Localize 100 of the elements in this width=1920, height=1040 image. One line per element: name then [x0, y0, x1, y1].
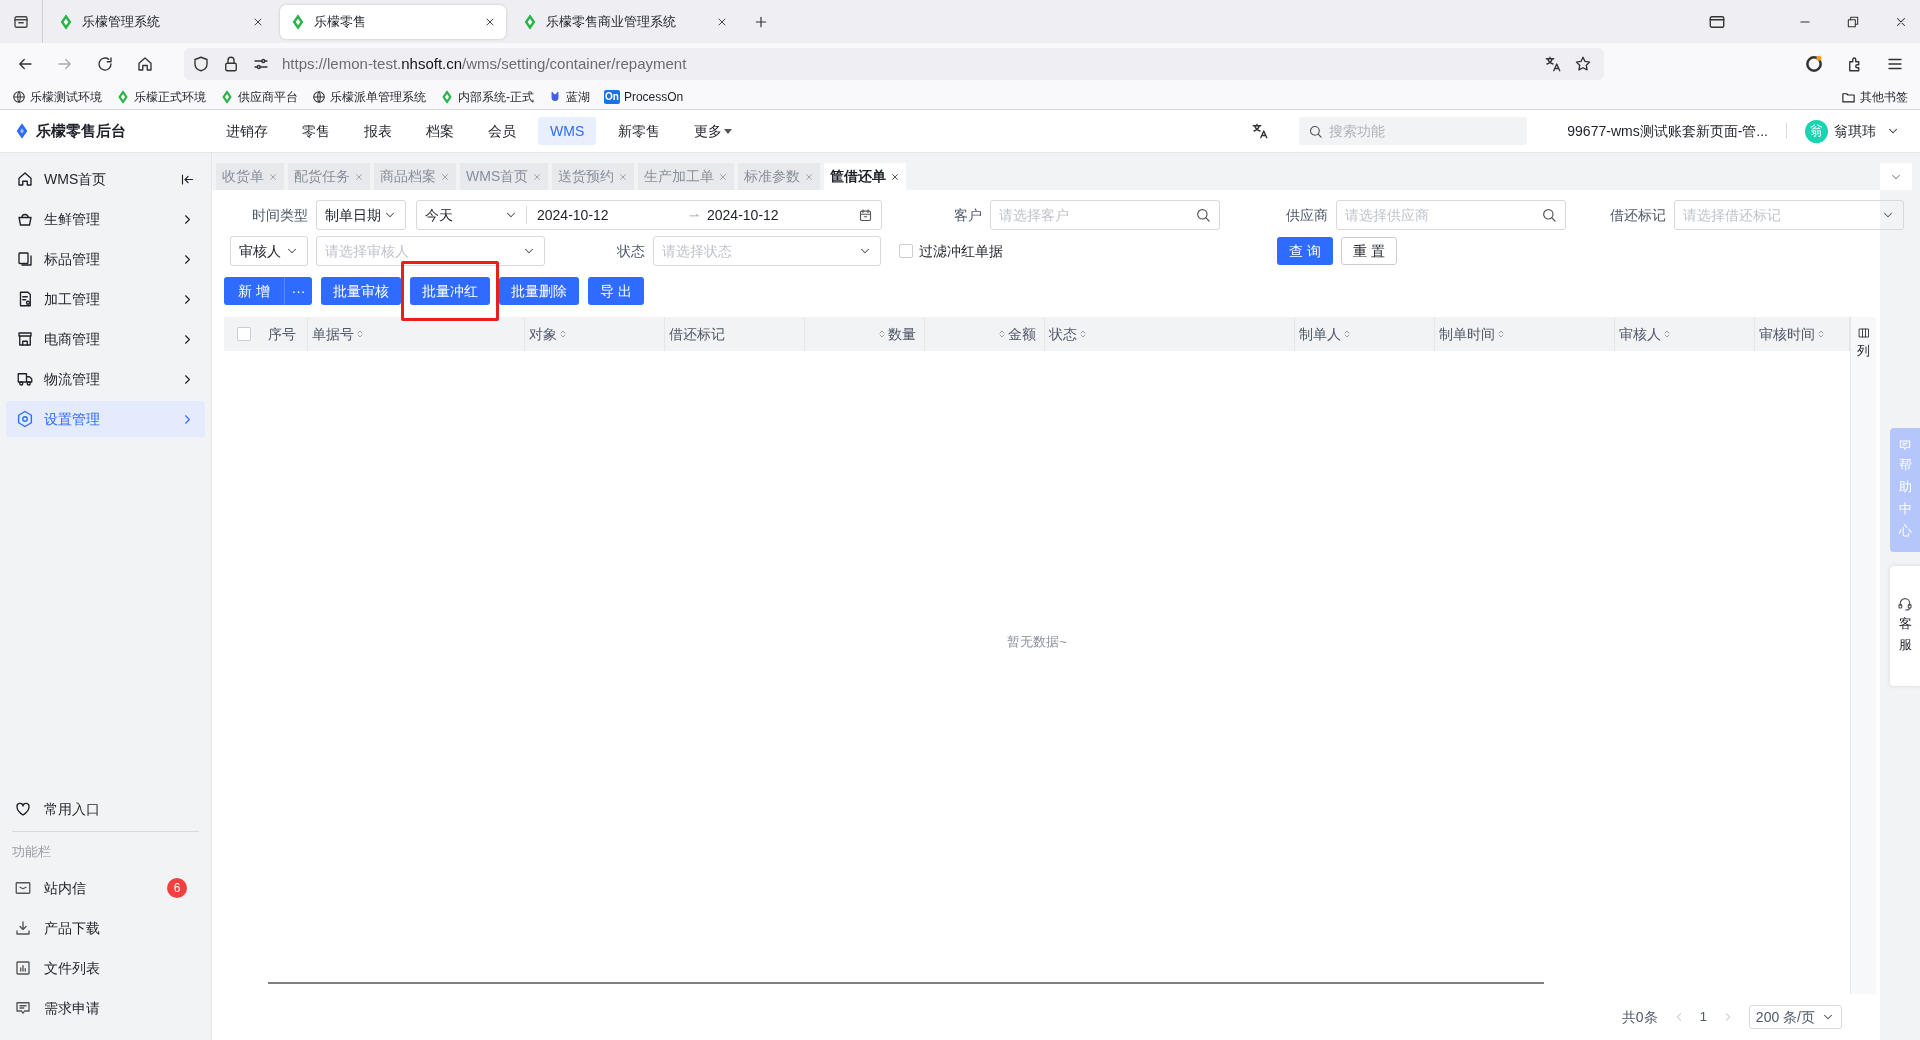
query-button[interactable]: 查 询: [1277, 237, 1333, 265]
time-type-select[interactable]: 制单日期: [316, 200, 406, 230]
sidebar-item[interactable]: 加工管理: [6, 281, 205, 317]
tool-item[interactable]: 需求申请: [0, 988, 211, 1028]
column-header[interactable]: 制单时间: [1435, 317, 1615, 351]
page-number[interactable]: 1: [1699, 1007, 1707, 1027]
page-size-select[interactable]: 200 条/页: [1748, 1005, 1842, 1029]
nav-item[interactable]: 新零售: [606, 117, 673, 145]
select-field[interactable]: 请选择状态: [653, 236, 881, 266]
person-type-select[interactable]: 审核人: [230, 236, 308, 266]
sidebar-item[interactable]: 电商管理: [6, 321, 205, 357]
date-range-picker[interactable]: 今天 2024-10-12 2024-10-12: [416, 200, 882, 230]
column-header[interactable]: 状态: [1045, 317, 1295, 351]
star-icon[interactable]: [1574, 55, 1592, 73]
logo-icon: [14, 122, 30, 140]
bookmark[interactable]: 乐檬正式环境: [116, 88, 206, 106]
reload-icon[interactable]: [96, 55, 114, 73]
tab-list-icon[interactable]: [12, 13, 30, 31]
mascot-icon: [548, 90, 562, 104]
lemon-icon: [522, 13, 538, 30]
action-button[interactable]: 导 出: [588, 277, 644, 305]
column-header[interactable]: 金额: [925, 317, 1045, 351]
horizontal-scrollbar[interactable]: [268, 982, 1544, 984]
sidebar-item[interactable]: 生鲜管理: [6, 201, 205, 237]
nav-item[interactable]: 报表: [352, 117, 404, 145]
restore-icon[interactable]: [1846, 15, 1860, 29]
bookmark[interactable]: 乐檬测试环境: [12, 88, 102, 106]
sidebar-item[interactable]: 物流管理: [6, 361, 205, 397]
nav-item[interactable]: 档案: [414, 117, 466, 145]
tab-title: 乐檬零售: [314, 12, 367, 31]
select-field[interactable]: 请选择审核人: [316, 236, 545, 266]
translate-icon[interactable]: [1544, 55, 1562, 73]
more-button[interactable]: ···: [284, 277, 312, 305]
calendar-icon: [858, 207, 873, 223]
chat-icon: [14, 999, 32, 1017]
split-button[interactable]: 新 增 ···: [224, 277, 312, 305]
settings-icon: [16, 410, 34, 428]
sidebar-item[interactable]: WMS首页: [6, 161, 205, 197]
checkbox[interactable]: [899, 244, 913, 258]
search-field[interactable]: 请选择客户: [990, 200, 1220, 230]
sidebar-item[interactable]: 设置管理: [6, 401, 205, 437]
tab-overview-icon[interactable]: [1708, 13, 1726, 31]
search-icon: [1308, 124, 1324, 139]
nav-item[interactable]: 会员: [476, 117, 528, 145]
bookmark-folder[interactable]: 其他书签: [1841, 88, 1908, 106]
nav-item[interactable]: 更多: [682, 117, 745, 145]
close-icon[interactable]: [1894, 15, 1908, 29]
account-icon[interactable]: [1804, 54, 1824, 74]
column-header[interactable]: 序号: [264, 317, 308, 351]
browser-tab[interactable]: 乐檬零售: [280, 4, 506, 39]
search-icon: [1541, 207, 1557, 223]
search-field[interactable]: 请选择供应商: [1336, 200, 1566, 230]
field-label: 时间类型: [251, 205, 308, 225]
column-header[interactable]: 借还标记: [665, 317, 805, 351]
bookmark-label: 供应商平台: [238, 89, 298, 106]
page-tab[interactable]: 筐借还单: [824, 163, 907, 190]
nav-item[interactable]: WMS: [538, 117, 597, 145]
sidebar-item[interactable]: 标品管理: [6, 241, 205, 277]
account-name: 99677-wms测试账套新页面-管...: [1567, 121, 1768, 141]
close-icon[interactable]: [890, 171, 901, 182]
sort-icon: [1817, 328, 1825, 340]
nav-item[interactable]: 进销存: [214, 117, 280, 145]
search-field[interactable]: 搜索功能: [1299, 117, 1528, 145]
action-button[interactable]: 批量审核: [321, 277, 401, 305]
action-button[interactable]: 批量冲红: [410, 277, 490, 305]
column-settings-button[interactable]: 列: [1851, 317, 1876, 361]
bookmark[interactable]: 蓝湖: [548, 88, 590, 106]
column-header[interactable]: 单据号: [308, 317, 525, 351]
bookmark[interactable]: 供应商平台: [220, 88, 298, 106]
shield-icon: [192, 55, 210, 73]
browser-tab[interactable]: 乐檬管理系统: [48, 4, 274, 39]
translate-icon[interactable]: [1251, 122, 1270, 140]
select-all-checkbox[interactable]: [237, 327, 251, 341]
tab-title: 乐檬管理系统: [82, 12, 161, 31]
bookmark-label: 蓝湖: [566, 89, 590, 106]
home-icon[interactable]: [136, 55, 154, 73]
column-header[interactable]: 制单人: [1295, 317, 1435, 351]
bookmark[interactable]: 内部系统-正式: [440, 88, 534, 106]
bookmark[interactable]: 乐檬派单管理系统: [312, 88, 426, 106]
tool-item[interactable]: 产品下载: [0, 908, 211, 948]
select-field[interactable]: 请选择借还标记: [1674, 200, 1904, 230]
browser-tab[interactable]: 乐檬零售商业管理系统: [512, 4, 738, 39]
home-icon: [16, 170, 34, 188]
tool-item[interactable]: 站内信 6: [0, 868, 211, 908]
nav-item[interactable]: 零售: [290, 117, 342, 145]
lemon-icon: [220, 90, 234, 104]
bookmark[interactable]: On ProcessOn: [604, 88, 684, 106]
customer-service-button[interactable]: 客服: [1890, 566, 1920, 686]
tool-item[interactable]: 文件列表: [0, 948, 211, 988]
column-header[interactable]: 审核人: [1615, 317, 1755, 351]
globe-icon: [312, 90, 326, 104]
lemon-icon: [116, 90, 130, 104]
shortcut-item[interactable]: 常用入口: [0, 791, 211, 827]
column-header[interactable]: 对象: [525, 317, 665, 351]
user-menu[interactable]: 翁 翁琪玮: [1805, 119, 1900, 143]
action-button[interactable]: 批量删除: [499, 277, 579, 305]
column-header[interactable]: 数量: [805, 317, 925, 351]
address-bar[interactable]: https://lemon-test.nhsoft.cn/wms/setting/container/repayment: [184, 48, 1604, 80]
reset-button[interactable]: 重 置: [1341, 237, 1397, 265]
user-name: 翁琪玮: [1834, 121, 1876, 141]
